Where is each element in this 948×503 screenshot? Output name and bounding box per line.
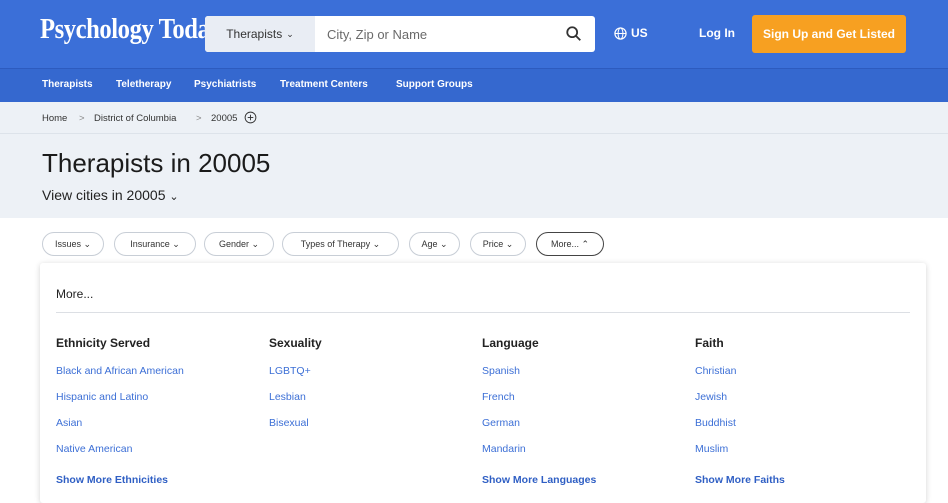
option-link[interactable]: LGBTQ+ [269, 365, 311, 377]
nav-item-treatment-centers[interactable]: Treatment Centers [280, 79, 368, 90]
filter-age[interactable]: Age ⌄ [409, 232, 460, 256]
divider [56, 312, 910, 313]
column-heading-language: Language [482, 336, 539, 350]
show-more-ethnicities[interactable]: Show More Ethnicities [56, 474, 168, 486]
option-link[interactable]: Lesbian [269, 391, 306, 403]
option-link[interactable]: Christian [695, 365, 736, 377]
nav-item-therapists[interactable]: Therapists [42, 79, 93, 90]
breadcrumb-state[interactable]: District of Columbia [94, 113, 176, 124]
option-link[interactable]: Jewish [695, 391, 727, 403]
nav-item-support-groups[interactable]: Support Groups [396, 79, 473, 90]
region-label: US [631, 26, 648, 40]
chevron-down-icon: ⌄ [286, 28, 294, 39]
login-link[interactable]: Log In [699, 26, 735, 40]
breadcrumb: Home > District of Columbia > 20005 [0, 102, 948, 134]
option-link[interactable]: Hispanic and Latino [56, 391, 148, 403]
filter-label: Types of Therapy [300, 239, 371, 249]
chevron-down-icon: ⌄ [505, 238, 514, 249]
show-more-languages[interactable]: Show More Languages [482, 474, 596, 486]
filter-label: Price [482, 239, 504, 249]
show-more-faiths[interactable]: Show More Faiths [695, 474, 785, 486]
search-type-label: Therapists [226, 27, 283, 41]
panel-title: More... [56, 287, 94, 301]
filter-bar: Issues ⌄ Insurance ⌄ Gender ⌄ Types of T… [0, 218, 948, 266]
filter-more[interactable]: More... ⌃ [536, 232, 604, 256]
chevron-up-icon: ⌃ [581, 238, 590, 249]
breadcrumb-separator: > [196, 113, 202, 124]
chevron-down-icon: ⌄ [372, 238, 381, 249]
chevron-down-icon: ⌄ [83, 238, 92, 249]
view-cities-label: View cities in 20005 [42, 187, 166, 203]
nav-item-psychiatrists[interactable]: Psychiatrists [194, 79, 256, 90]
chevron-down-icon: ⌄ [172, 238, 180, 249]
more-filters-panel: More... Ethnicity Served Black and Afric… [40, 263, 926, 503]
option-link[interactable]: German [482, 417, 520, 429]
option-link[interactable]: Bisexual [269, 417, 309, 429]
filter-types-of-therapy[interactable]: Types of Therapy ⌄ [282, 232, 399, 256]
breadcrumb-separator: > [79, 113, 85, 124]
filter-label: Issues [54, 239, 81, 249]
filter-insurance[interactable]: Insurance ⌄ [114, 232, 196, 256]
page-title: Therapists in 20005 [42, 148, 271, 178]
search-input[interactable] [327, 24, 547, 44]
option-link[interactable]: Black and African American [56, 365, 184, 377]
option-link[interactable]: Muslim [695, 443, 728, 455]
option-link[interactable]: French [482, 391, 515, 403]
filter-price[interactable]: Price ⌄ [470, 232, 526, 256]
page-header: Therapists in 20005 View cities in 20005… [0, 134, 948, 218]
search-icon[interactable] [565, 25, 583, 43]
globe-icon [614, 26, 627, 40]
column-heading-sexuality: Sexuality [269, 336, 322, 350]
filter-issues[interactable]: Issues ⌄ [42, 232, 104, 256]
filter-label: More... [550, 239, 579, 249]
option-link[interactable]: Buddhist [695, 417, 736, 429]
region-selector[interactable]: US [614, 26, 648, 40]
chevron-down-icon: ⌄ [251, 238, 260, 249]
option-link[interactable]: Mandarin [482, 443, 526, 455]
add-circle-icon[interactable] [244, 111, 257, 124]
signup-button[interactable]: Sign Up and Get Listed [752, 15, 906, 53]
column-heading-faith: Faith [695, 336, 724, 350]
search-bar: Therapists ⌄ [205, 16, 595, 52]
option-link[interactable]: Spanish [482, 365, 520, 377]
breadcrumb-zip: 20005 [211, 113, 238, 124]
column-heading-ethnicity: Ethnicity Served [56, 336, 151, 350]
site-logo[interactable]: Psychology Today [40, 14, 222, 46]
top-header: Psychology Today Therapists ⌄ US Log In … [0, 0, 948, 68]
filter-label: Age [421, 239, 438, 249]
filter-label: Insurance [130, 239, 170, 249]
breadcrumb-home[interactable]: Home [42, 113, 67, 124]
filter-label: Gender [218, 239, 249, 249]
filter-gender[interactable]: Gender ⌄ [204, 232, 274, 256]
view-cities-link[interactable]: View cities in 20005 ⌄ [42, 187, 179, 203]
option-link[interactable]: Asian [56, 417, 82, 429]
search-type-select[interactable]: Therapists ⌄ [205, 16, 315, 52]
nav-item-teletherapy[interactable]: Teletherapy [116, 79, 171, 90]
main-nav: Therapists Teletherapy Psychiatrists Tre… [0, 68, 948, 102]
option-link[interactable]: Native American [56, 443, 132, 455]
chevron-down-icon: ⌄ [439, 238, 448, 249]
chevron-down-icon: ⌄ [169, 191, 179, 203]
